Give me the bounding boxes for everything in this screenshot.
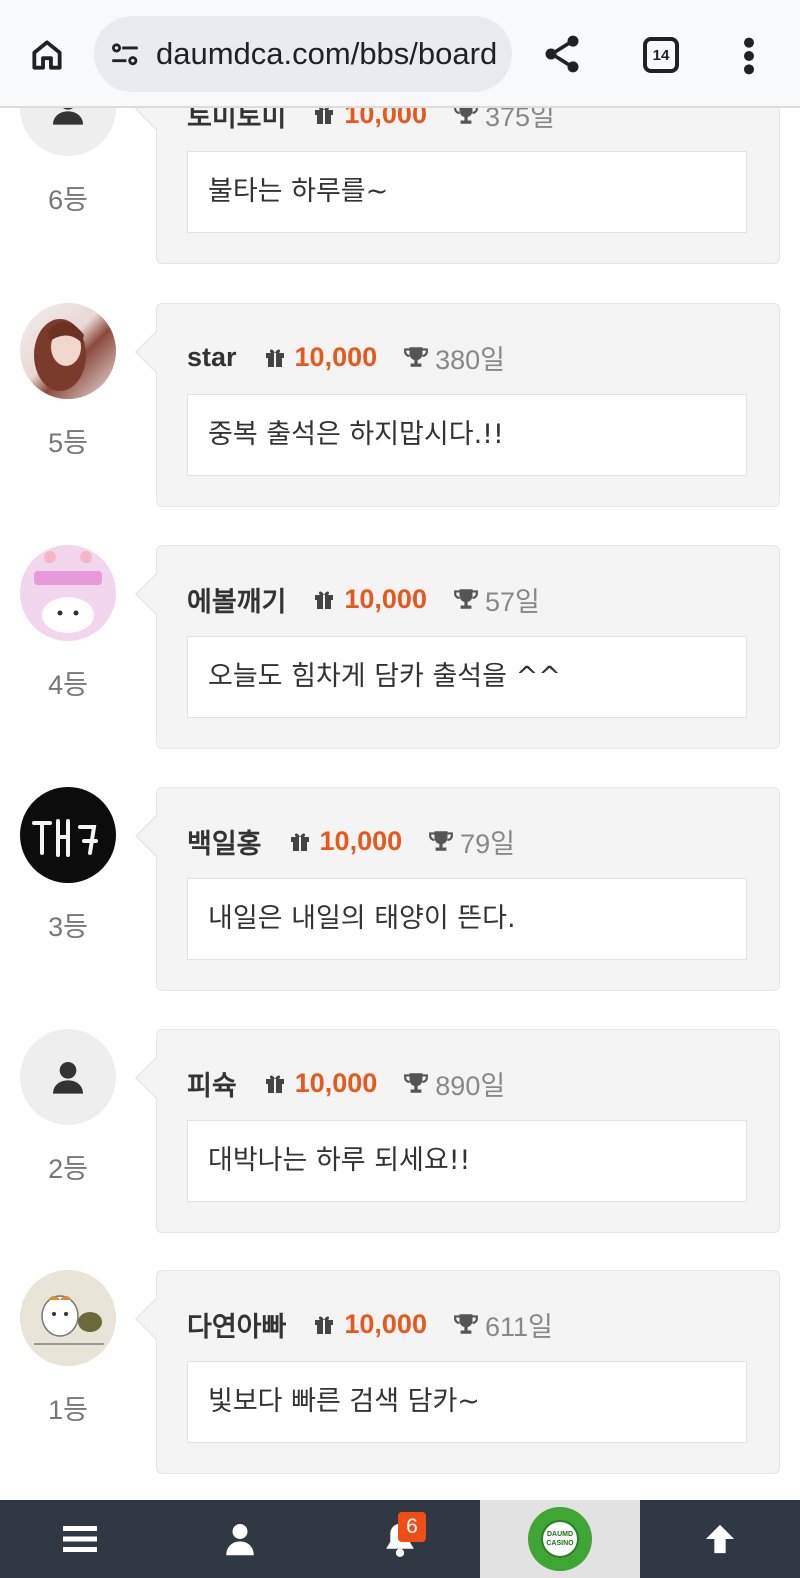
profile-photo [34, 319, 86, 391]
trophy-icon [404, 1073, 429, 1093]
address-bar[interactable]: daumdca.com/bbs/board [94, 16, 512, 92]
bottom-nav: 6 DAUMD CASINO [0, 1500, 800, 1578]
profile-cartoon [34, 1295, 104, 1345]
arrow-up-icon [705, 1524, 735, 1554]
rank-label: 4등 [48, 670, 88, 700]
notification-badge: 6 [398, 1512, 426, 1542]
person-icon [53, 1062, 83, 1094]
attendance-days: 57일 [484, 586, 540, 617]
nickname[interactable]: 백일홍 [187, 822, 262, 861]
nickname[interactable]: star [187, 342, 237, 373]
attendance-days: 380일 [435, 344, 506, 375]
gift-icon [265, 1075, 284, 1093]
casino-logo-button[interactable]: DAUMD CASINO [480, 1500, 640, 1578]
attendance-days: 79일 [460, 828, 515, 859]
gift-icon [290, 833, 309, 851]
comment-message: 중복 출석은 하지맙시다.!! [187, 394, 747, 476]
trophy-icon [454, 1314, 478, 1334]
menu-button[interactable] [0, 1500, 160, 1578]
avatar[interactable] [20, 545, 116, 641]
gift-icon [315, 591, 334, 609]
home-icon[interactable] [22, 30, 72, 80]
profile-cartoon [34, 551, 102, 633]
nickname[interactable]: 에볼깨기 [187, 580, 286, 619]
gift-icon [315, 1316, 334, 1334]
avatar[interactable] [20, 1270, 116, 1366]
points-value: 10,000 [344, 583, 427, 614]
list-item: 3등 백일홍 10,000 79일 내일은 내일의 태양이 뜬다. [0, 787, 800, 991]
points-value: 10,000 [294, 1067, 378, 1098]
points-value: 10,000 [344, 1308, 427, 1339]
comment-card: 다연아빠 10,000 611일 빛보다 빠른 검색 담카~ [135, 1270, 780, 1474]
avatar[interactable] [20, 787, 116, 883]
nickname[interactable]: 피슉 [187, 1064, 237, 1103]
comment-card: 에볼깨기 10,000 57일 오늘도 힘차게 담카 출석을 ^^ [135, 545, 780, 749]
trophy-icon [454, 589, 478, 609]
rank-label: 2등 [48, 1154, 88, 1184]
attendance-days: 890일 [435, 1070, 506, 1101]
list-item: 1등 다연아빠 10,000 611일 빛보다 빠른 검색 담카~ [0, 1270, 800, 1474]
menu-icon [63, 1526, 97, 1552]
trophy-icon [429, 831, 454, 851]
browser-toolbar: daumdca.com/bbs/board 14 [0, 0, 800, 108]
rank-label: 3등 [48, 912, 88, 942]
points-value: 10,000 [319, 825, 403, 856]
rank-label: 1등 [48, 1395, 88, 1425]
points-value: 10,000 [294, 341, 378, 372]
list-item: 4등 에볼깨기 10,000 57일 오늘도 힘차게 담카 출석을 ^^ [0, 545, 800, 749]
more-vert-icon[interactable] [742, 36, 756, 76]
comment-card: 피슉 10,000 890일 대박나는 하루 되세요!! [135, 1029, 780, 1233]
attendance-days: 611일 [484, 1311, 553, 1342]
casino-logo-text-bottom: CASINO [546, 1540, 574, 1547]
rank-label: 6등 [48, 185, 88, 215]
url-text[interactable]: daumdca.com/bbs/board [156, 34, 496, 74]
comment-message: 오늘도 힘차게 담카 출석을 ^^ [187, 636, 747, 718]
casino-logo-text-top: DAUMD [546, 1531, 574, 1538]
profile-neon [32, 819, 98, 857]
share-icon[interactable] [540, 32, 584, 76]
avatar[interactable] [20, 1029, 116, 1125]
casino-logo: DAUMD CASINO [528, 1507, 592, 1571]
tab-switcher-button[interactable]: 14 [643, 37, 679, 73]
scroll-top-button[interactable] [640, 1500, 800, 1578]
user-button[interactable] [160, 1500, 320, 1578]
list-item: 2등 피슉 10,000 890일 대박나는 하루 되세요!! [0, 1029, 800, 1233]
trophy-icon [404, 347, 429, 367]
nickname[interactable]: 다연아빠 [187, 1305, 286, 1344]
comment-card: star 10,000 380일 중복 출석은 하지맙시다.!! [135, 303, 780, 507]
comment-message: 내일은 내일의 태양이 뜬다. [187, 878, 747, 960]
avatar[interactable] [20, 303, 116, 399]
comment-card: 백일홍 10,000 79일 내일은 내일의 태양이 뜬다. [135, 787, 780, 991]
user-icon [226, 1524, 254, 1556]
list-item: 5등 star 10,000 380일 중복 출석은 하지맙시다.!! [0, 303, 800, 507]
comment-message: 빛보다 빠른 검색 담카~ [187, 1361, 747, 1443]
site-settings-icon[interactable] [108, 38, 142, 72]
gift-icon [265, 349, 284, 367]
comment-message: 대박나는 하루 되세요!! [187, 1120, 747, 1202]
rank-label: 5등 [48, 428, 88, 458]
comment-message: 불타는 하루를~ [187, 151, 747, 233]
